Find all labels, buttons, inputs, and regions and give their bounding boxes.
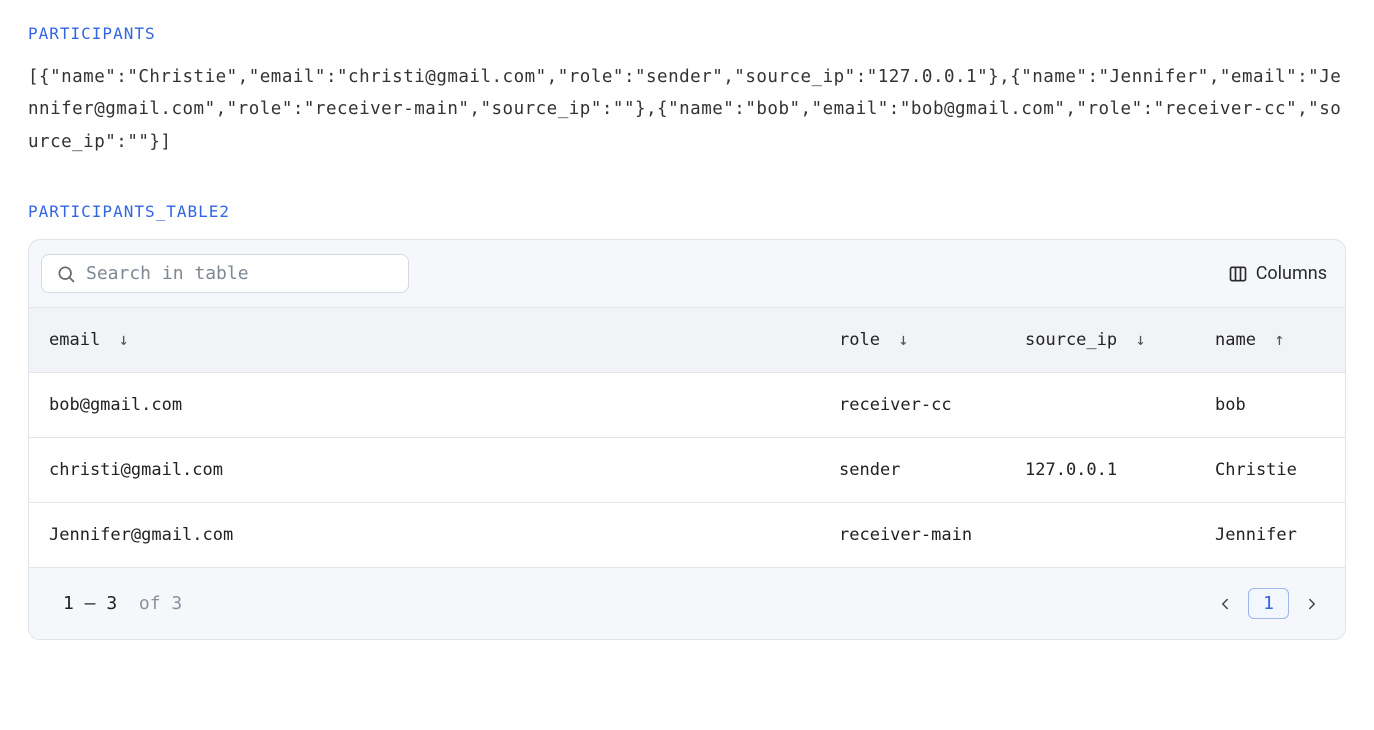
participants-json-text: [{"name":"Christie","email":"christi@gma… (28, 61, 1346, 158)
table-row: Jennifer@gmail.com receiver-main Jennife… (29, 503, 1345, 568)
pagination-range-text: 1 – 3 (63, 593, 117, 614)
table-row: bob@gmail.com receiver-cc bob (29, 373, 1345, 438)
prev-page-button[interactable] (1216, 595, 1234, 613)
cell-sourceip (1005, 373, 1195, 438)
cell-name: Jennifer (1195, 503, 1345, 568)
chevron-left-icon (1216, 595, 1234, 613)
next-page-button[interactable] (1303, 595, 1321, 613)
column-header-sourceip-label: source_ip (1025, 330, 1117, 350)
participants-label: PARTICIPANTS (28, 24, 1346, 43)
chevron-right-icon (1303, 595, 1321, 613)
cell-role: receiver-cc (819, 373, 1005, 438)
column-header-role-label: role (839, 330, 880, 350)
column-header-name[interactable]: name ↑ (1195, 308, 1345, 373)
search-input-wrapper[interactable] (41, 254, 409, 293)
column-header-email-label: email (49, 330, 100, 350)
arrow-down-icon: ↓ (118, 330, 128, 350)
columns-button-label: Columns (1256, 263, 1327, 284)
arrow-up-icon: ↑ (1274, 330, 1284, 350)
cell-email: Jennifer@gmail.com (29, 503, 819, 568)
cell-role: receiver-main (819, 503, 1005, 568)
table-row: christi@gmail.com sender 127.0.0.1 Chris… (29, 438, 1345, 503)
participants-table-card: Columns email ↓ role ↓ source_ip ↓ name (28, 239, 1346, 640)
columns-button[interactable]: Columns (1228, 263, 1327, 284)
pagination-range: 1 – 3 of 3 (63, 593, 182, 614)
arrow-down-icon: ↓ (898, 330, 908, 350)
search-icon (56, 264, 76, 284)
cell-email: christi@gmail.com (29, 438, 819, 503)
pagination-of-label: of (139, 593, 161, 614)
cell-role: sender (819, 438, 1005, 503)
cell-email: bob@gmail.com (29, 373, 819, 438)
pagination-total: 3 (171, 593, 182, 614)
cell-name: bob (1195, 373, 1345, 438)
column-header-email[interactable]: email ↓ (29, 308, 819, 373)
pager: 1 (1216, 588, 1321, 619)
search-input[interactable] (86, 263, 394, 284)
participants-table2-label: PARTICIPANTS_TABLE2 (28, 202, 1346, 221)
column-header-name-label: name (1215, 330, 1256, 350)
column-header-sourceip[interactable]: source_ip ↓ (1005, 308, 1195, 373)
table-toolbar: Columns (29, 240, 1345, 307)
column-header-role[interactable]: role ↓ (819, 308, 1005, 373)
cell-sourceip (1005, 503, 1195, 568)
cell-name: Christie (1195, 438, 1345, 503)
participants-table: email ↓ role ↓ source_ip ↓ name ↑ b (29, 307, 1345, 568)
table-footer: 1 – 3 of 3 1 (29, 568, 1345, 639)
arrow-down-icon: ↓ (1135, 330, 1145, 350)
columns-icon (1228, 264, 1248, 284)
current-page-button[interactable]: 1 (1248, 588, 1289, 619)
cell-sourceip: 127.0.0.1 (1005, 438, 1195, 503)
